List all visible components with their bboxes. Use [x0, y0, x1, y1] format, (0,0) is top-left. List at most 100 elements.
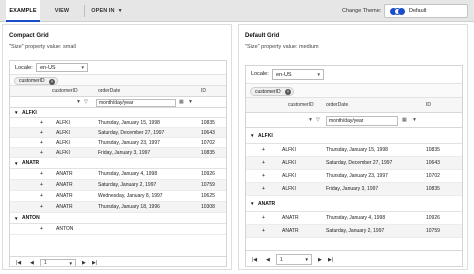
locale-bar: Locale: en-US ▼ — [10, 61, 226, 74]
last-page-icon[interactable]: ▶| — [92, 260, 97, 266]
group-chip-label: customerID — [255, 89, 281, 95]
expand-plus-icon[interactable]: + — [40, 128, 43, 138]
close-icon[interactable]: × — [285, 89, 291, 95]
cell-id: 10926 — [426, 215, 440, 221]
group-row[interactable]: ▼ ALFKI — [10, 108, 226, 118]
caret-down-icon[interactable]: ▼ — [250, 196, 254, 212]
cell-customerid: ALFKI — [282, 173, 296, 179]
group-chip-customerid[interactable]: customerID × — [14, 77, 58, 85]
expand-plus-icon[interactable]: + — [40, 202, 43, 213]
table-row[interactable]: + ALFKI Thursday, January 15, 1998 10835 — [246, 144, 462, 157]
cell-orderdate: Friday, January 3, 1997 — [98, 150, 151, 156]
column-header-customerid[interactable]: customerID — [288, 98, 314, 113]
calendar-icon[interactable]: ▦ — [179, 99, 184, 105]
filter-icon[interactable]: ▼ — [308, 117, 313, 123]
cell-customerid: ALFKI — [56, 120, 70, 126]
grid-pager: |◀ ◀ 1 ▼ ▶ ▶| — [246, 250, 462, 266]
filter-clear-icon[interactable]: ▽ — [316, 117, 320, 123]
expand-plus-icon[interactable]: + — [262, 157, 265, 170]
tab-example[interactable]: EXAMPLE — [6, 0, 40, 22]
table-row[interactable]: + ANATR Saturday, January 2, 1997 10759 — [246, 225, 462, 238]
caret-down-icon[interactable]: ▼ — [14, 158, 18, 169]
cell-orderdate: Thursday, January 4, 1998 — [98, 171, 158, 177]
chevron-down-icon: ▼ — [80, 65, 85, 70]
tab-view-source[interactable]: VIEW SOURCE — [42, 0, 82, 36]
chevron-down-icon: ▼ — [316, 72, 321, 77]
column-header-id[interactable]: ID — [201, 86, 206, 97]
group-chip-customerid[interactable]: customerID × — [250, 87, 294, 96]
column-header-customerid[interactable]: customerID — [52, 86, 78, 97]
filter-clear-icon[interactable]: ▽ — [84, 99, 88, 105]
expand-plus-icon[interactable]: + — [40, 191, 43, 202]
cell-customerid: ANTON — [56, 226, 74, 232]
tab-open-in[interactable]: OPEN IN ▼ — [86, 0, 128, 22]
table-row[interactable]: + ANATR Thursday, January 4, 1998 10926 — [10, 169, 226, 180]
group-row[interactable]: ▼ ALFKI — [246, 128, 462, 144]
table-row[interactable]: + ALFKI Friday, January 3, 1997 10835 — [246, 183, 462, 196]
next-page-icon[interactable]: ▶ — [318, 257, 322, 263]
group-row[interactable]: ▼ ANATR — [246, 196, 462, 212]
expand-plus-icon[interactable]: + — [262, 183, 265, 196]
table-row[interactable]: + ALFKI Thursday, January 23, 1997 10702 — [246, 170, 462, 183]
filter-icon[interactable]: ▼ — [76, 99, 81, 105]
table-row[interactable]: + ANATR Saturday, January 2, 1997 10759 — [10, 180, 226, 191]
last-page-icon[interactable]: ▶| — [328, 257, 333, 263]
page-select[interactable]: 1 ▼ — [276, 254, 312, 265]
table-row[interactable]: + ANATR Thursday, January 18, 1996 10308 — [10, 202, 226, 213]
group-name: ANTON — [22, 215, 40, 221]
expand-plus-icon[interactable]: + — [40, 148, 43, 158]
caret-down-icon[interactable]: ▼ — [14, 213, 18, 224]
prev-page-icon[interactable]: ◀ — [266, 257, 270, 263]
table-row[interactable]: + ANATR Wednesday, January 8, 1997 10625 — [10, 191, 226, 202]
first-page-icon[interactable]: |◀ — [252, 257, 257, 263]
expand-plus-icon[interactable]: + — [40, 180, 43, 191]
filter-row: ▼ ▽ month/day/year ▦ ▼ — [10, 97, 226, 108]
table-row[interactable]: + ALFKI Saturday, December 27, 1997 1064… — [10, 128, 226, 138]
table-row[interactable]: + ALFKI Thursday, January 23, 1997 10702 — [10, 138, 226, 148]
next-page-icon[interactable]: ▶ — [82, 260, 86, 266]
expand-plus-icon[interactable]: + — [40, 169, 43, 180]
table-row[interactable]: + ANTON — [10, 224, 226, 235]
cell-customerid: ANATR — [282, 228, 299, 234]
expand-plus-icon[interactable]: + — [40, 118, 43, 128]
column-header-id[interactable]: ID — [426, 98, 431, 113]
group-by-area: customerID × — [10, 74, 226, 86]
expand-plus-icon[interactable]: + — [262, 144, 265, 157]
orderdate-filter-input[interactable]: month/day/year — [326, 116, 398, 126]
table-row[interactable]: + ALFKI Friday, January 3, 1997 10835 — [10, 148, 226, 158]
group-row[interactable]: ▼ ANATR — [10, 158, 226, 169]
table-row[interactable]: + ANATR Thursday, January 4, 1998 10926 — [246, 212, 462, 225]
group-name: ANATR — [258, 201, 276, 207]
expand-plus-icon[interactable]: + — [40, 138, 43, 148]
caret-down-icon[interactable]: ▼ — [250, 128, 254, 144]
first-page-icon[interactable]: |◀ — [16, 260, 21, 266]
default-grid: Locale: en-US ▼ customerID × customerID … — [245, 65, 463, 267]
theme-select[interactable]: Default — [384, 4, 468, 18]
table-row[interactable]: + ALFKI Thursday, January 15, 1998 10835 — [10, 118, 226, 128]
calendar-icon[interactable]: ▦ — [402, 117, 407, 123]
theme-label: Change Theme: — [342, 8, 382, 14]
caret-down-icon[interactable]: ▼ — [14, 108, 18, 118]
prev-page-icon[interactable]: ◀ — [30, 260, 34, 266]
locale-value: en-US — [40, 65, 56, 71]
group-row[interactable]: ▼ ANTON — [10, 213, 226, 224]
cell-orderdate: Saturday, December 27, 1997 — [326, 160, 393, 166]
locale-select[interactable]: en-US ▼ — [272, 69, 324, 80]
sort-arrow-icon: ↓ — [328, 102, 331, 108]
compact-grid-sample: Compact Grid "Size" property value: smal… — [2, 24, 232, 270]
page-value: 1 — [44, 260, 47, 266]
expand-plus-icon[interactable]: + — [262, 212, 265, 225]
filter-icon[interactable]: ▼ — [412, 117, 417, 123]
default-grid-sample: Default Grid "Size" property value: medi… — [238, 24, 468, 270]
page-select[interactable]: 1 ▼ — [40, 259, 76, 266]
expand-plus-icon[interactable]: + — [262, 170, 265, 183]
orderdate-filter-input[interactable]: month/day/year — [96, 99, 176, 107]
table-row[interactable]: + ALFKI Saturday, December 27, 1997 1064… — [246, 157, 462, 170]
theme-value: Default — [409, 8, 427, 14]
filter-icon[interactable]: ▼ — [188, 99, 193, 105]
close-icon[interactable]: × — [49, 78, 55, 85]
filter-row: ▼ ▽ month/day/year ▦ ▼ — [246, 113, 462, 128]
locale-select[interactable]: en-US ▼ — [36, 63, 88, 72]
expand-plus-icon[interactable]: + — [262, 225, 265, 238]
expand-plus-icon[interactable]: + — [40, 224, 43, 235]
